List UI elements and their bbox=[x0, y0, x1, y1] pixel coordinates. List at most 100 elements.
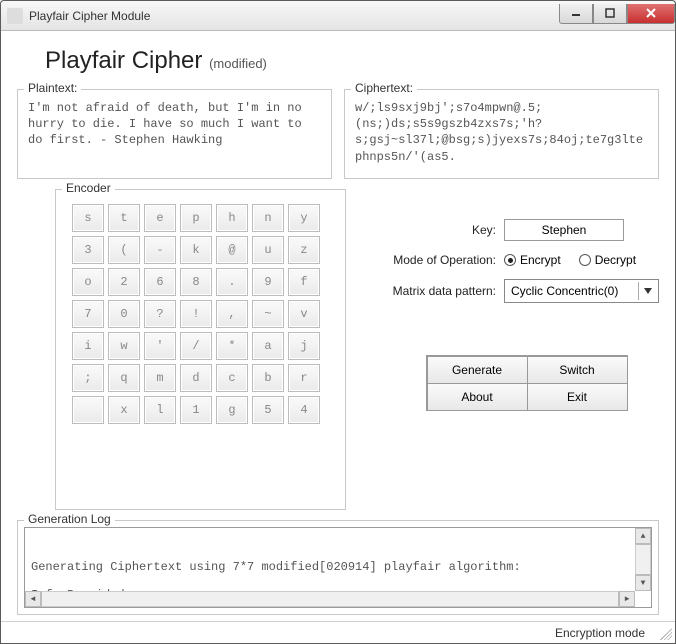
scroll-left-button[interactable]: ◄ bbox=[25, 591, 41, 607]
matrix-cell[interactable]: c bbox=[216, 364, 248, 392]
matrix-cell[interactable]: 0 bbox=[108, 300, 140, 328]
matrix-cell[interactable]: ~ bbox=[252, 300, 284, 328]
pattern-label: Matrix data pattern: bbox=[366, 284, 496, 298]
scroll-up-button[interactable]: ▲ bbox=[635, 528, 651, 544]
matrix-cell[interactable]: r bbox=[288, 364, 320, 392]
controls-panel: Key: Mode of Operation: Encrypt Decrypt bbox=[366, 189, 659, 510]
matrix-cell[interactable]: d bbox=[180, 364, 212, 392]
mid-row: Encoder stephny3(-k@uzo268.9f70?!,~viw'/… bbox=[17, 189, 659, 510]
matrix-cell[interactable]: e bbox=[144, 204, 176, 232]
pattern-select[interactable]: Cyclic Concentric(0) bbox=[504, 279, 659, 303]
matrix-cell[interactable]: 5 bbox=[252, 396, 284, 424]
log-frame: Generation Log Generating Ciphertext usi… bbox=[17, 520, 659, 615]
matrix-cell[interactable]: l bbox=[144, 396, 176, 424]
mode-radio-group: Encrypt Decrypt bbox=[504, 253, 636, 267]
matrix-cell[interactable]: ; bbox=[72, 364, 104, 392]
chevron-down-icon bbox=[638, 282, 656, 300]
decrypt-radio-label: Decrypt bbox=[595, 253, 636, 267]
ciphertext-frame: Ciphertext: bbox=[344, 89, 659, 179]
matrix-cell[interactable]: z bbox=[288, 236, 320, 264]
matrix-cell[interactable]: m bbox=[144, 364, 176, 392]
matrix-cell[interactable]: g bbox=[216, 396, 248, 424]
matrix-cell[interactable]: s bbox=[72, 204, 104, 232]
matrix-cell[interactable]: t bbox=[108, 204, 140, 232]
matrix-cell[interactable]: b bbox=[252, 364, 284, 392]
matrix-cell[interactable]: 1 bbox=[180, 396, 212, 424]
close-icon bbox=[646, 8, 656, 18]
switch-button[interactable]: Switch bbox=[527, 356, 628, 384]
exit-button[interactable]: Exit bbox=[527, 383, 628, 411]
matrix-cell[interactable]: u bbox=[252, 236, 284, 264]
about-button[interactable]: About bbox=[427, 383, 528, 411]
matrix-cell[interactable]: 7 bbox=[72, 300, 104, 328]
matrix-cell[interactable]: n bbox=[252, 204, 284, 232]
plaintext-frame: Plaintext: bbox=[17, 89, 332, 179]
matrix-cell[interactable]: @ bbox=[216, 236, 248, 264]
mode-label: Mode of Operation: bbox=[366, 253, 496, 267]
io-row: Plaintext: Ciphertext: bbox=[17, 89, 659, 179]
key-label: Key: bbox=[366, 223, 496, 237]
decrypt-radio[interactable]: Decrypt bbox=[579, 253, 636, 267]
matrix-cell[interactable]: 3 bbox=[72, 236, 104, 264]
matrix-cell[interactable]: 8 bbox=[180, 268, 212, 296]
matrix-cell[interactable]: 9 bbox=[252, 268, 284, 296]
radio-unselected-icon bbox=[579, 254, 591, 266]
log-label: Generation Log bbox=[24, 512, 115, 526]
page-title: Playfair Cipher (modified) bbox=[45, 47, 659, 75]
vscroll-track[interactable] bbox=[635, 544, 651, 575]
matrix-cell[interactable]: k bbox=[180, 236, 212, 264]
matrix-cell[interactable]: ? bbox=[144, 300, 176, 328]
matrix-cell[interactable]: h bbox=[216, 204, 248, 232]
encoder-label: Encoder bbox=[62, 181, 115, 195]
matrix-cell[interactable]: 2 bbox=[108, 268, 140, 296]
status-text: Encryption mode bbox=[555, 626, 645, 640]
mode-row: Mode of Operation: Encrypt Decrypt bbox=[366, 253, 659, 267]
matrix-cell[interactable]: j bbox=[288, 332, 320, 360]
statusbar: Encryption mode bbox=[1, 621, 675, 643]
matrix-cell[interactable] bbox=[72, 396, 104, 424]
matrix-cell[interactable]: 4 bbox=[288, 396, 320, 424]
log-textarea[interactable]: Generating Ciphertext using 7*7 modified… bbox=[24, 527, 652, 608]
matrix-cell[interactable]: x bbox=[108, 396, 140, 424]
generate-button[interactable]: Generate bbox=[427, 356, 528, 384]
resize-grip-icon[interactable] bbox=[660, 628, 672, 640]
matrix-cell[interactable]: , bbox=[216, 300, 248, 328]
matrix-cell[interactable]: ' bbox=[144, 332, 176, 360]
matrix-cell[interactable]: y bbox=[288, 204, 320, 232]
matrix-cell[interactable]: . bbox=[216, 268, 248, 296]
matrix-cell[interactable]: ( bbox=[108, 236, 140, 264]
matrix-cell[interactable]: w bbox=[108, 332, 140, 360]
page-title-sub: (modified) bbox=[209, 56, 267, 71]
scroll-down-button[interactable]: ▼ bbox=[635, 575, 651, 591]
minimize-button[interactable] bbox=[559, 4, 593, 24]
matrix-cell[interactable]: q bbox=[108, 364, 140, 392]
close-button[interactable] bbox=[627, 4, 675, 24]
plaintext-input[interactable] bbox=[26, 98, 323, 170]
hscroll-track[interactable] bbox=[41, 591, 619, 607]
matrix-cell[interactable]: * bbox=[216, 332, 248, 360]
pattern-value: Cyclic Concentric(0) bbox=[511, 284, 618, 298]
matrix-cell[interactable]: a bbox=[252, 332, 284, 360]
matrix-cell[interactable]: v bbox=[288, 300, 320, 328]
matrix-cell[interactable]: p bbox=[180, 204, 212, 232]
matrix-cell[interactable]: i bbox=[72, 332, 104, 360]
ciphertext-input[interactable] bbox=[353, 98, 650, 170]
matrix-cell[interactable]: - bbox=[144, 236, 176, 264]
maximize-icon bbox=[605, 8, 615, 18]
matrix-cell[interactable]: ! bbox=[180, 300, 212, 328]
app-icon bbox=[7, 8, 23, 24]
plaintext-label: Plaintext: bbox=[24, 81, 81, 95]
key-input[interactable] bbox=[504, 219, 624, 241]
maximize-button[interactable] bbox=[593, 4, 627, 24]
titlebar: Playfair Cipher Module bbox=[1, 1, 675, 31]
client-area: Playfair Cipher (modified) Plaintext: Ci… bbox=[1, 31, 675, 621]
encrypt-radio-label: Encrypt bbox=[520, 253, 561, 267]
minimize-icon bbox=[571, 8, 581, 18]
matrix-cell[interactable]: 6 bbox=[144, 268, 176, 296]
scroll-right-button[interactable]: ► bbox=[619, 591, 635, 607]
radio-selected-icon bbox=[504, 254, 516, 266]
encrypt-radio[interactable]: Encrypt bbox=[504, 253, 561, 267]
matrix-cell[interactable]: o bbox=[72, 268, 104, 296]
matrix-cell[interactable]: f bbox=[288, 268, 320, 296]
matrix-cell[interactable]: / bbox=[180, 332, 212, 360]
